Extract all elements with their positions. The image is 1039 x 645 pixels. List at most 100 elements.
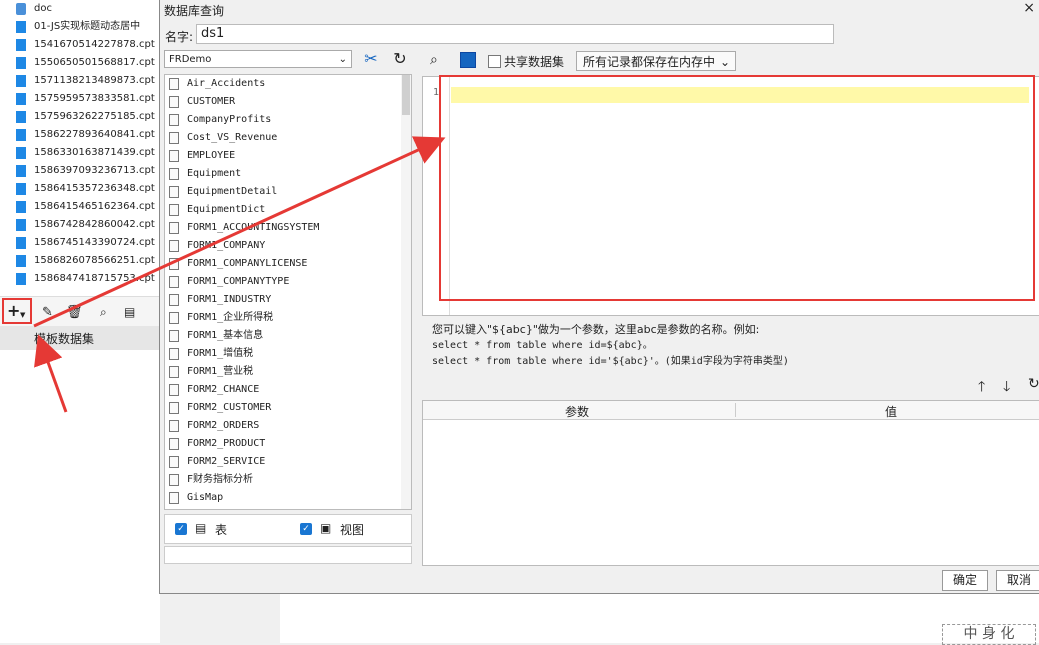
table-item[interactable]: F财务指标分析 <box>165 471 401 489</box>
table-checkbox[interactable]: ✓ <box>175 523 187 535</box>
report-file-icon <box>16 201 26 213</box>
scroll-thumb[interactable] <box>402 75 410 115</box>
query-toolbar: ⌕ 共享数据集 所有记录都保存在内存中 ⌄ <box>422 50 1039 72</box>
table-item[interactable]: Cost_VS_Revenue <box>165 129 401 147</box>
tree-file-item[interactable]: 1586415357236348.cpt <box>16 180 176 198</box>
report-file-icon <box>16 237 26 249</box>
connection-select[interactable]: FRDemo ⌄ <box>164 50 352 68</box>
preview-icon[interactable]: ⌕ <box>100 305 107 320</box>
table-item[interactable]: EMPLOYEE <box>165 147 401 165</box>
share-dataset-label: 共享数据集 <box>504 55 565 69</box>
table-item[interactable]: Equipment <box>165 165 401 183</box>
table-item[interactable]: Air_Accidents <box>165 75 401 93</box>
table-icon <box>169 438 179 450</box>
tree-folder-doc[interactable]: doc <box>16 0 176 18</box>
table-list: Air_Accidents CUSTOMER CompanyProfits Cost_… <box>164 74 412 510</box>
report-file-icon <box>16 111 26 123</box>
table-item[interactable]: FORM1_COMPANY <box>165 237 401 255</box>
tab-template-datasets[interactable]: 模板数据集 <box>0 326 160 350</box>
background-canvas <box>280 590 1039 643</box>
database-query-dialog: 数据库查询 × 名字: ds1 FRDemo ⌄ ✂ ↻ Air_Acciden… <box>159 0 1039 594</box>
list-scrollbar[interactable] <box>401 75 411 509</box>
view-icon: ▣ <box>320 521 332 535</box>
name-input[interactable]: ds1 <box>196 24 834 44</box>
table-icon <box>169 78 179 90</box>
table-item[interactable]: FORM1_增值税 <box>165 345 401 363</box>
tree-file-item[interactable]: 1541670514227878.cpt <box>16 36 176 54</box>
table-icon <box>169 492 179 504</box>
tree-file-item[interactable]: 1586227893640841.cpt <box>16 126 176 144</box>
table-item[interactable]: FORM1_ACCOUNTINGSYSTEM <box>165 219 401 237</box>
table-item[interactable]: CUSTOMER <box>165 93 401 111</box>
table-icon <box>169 96 179 108</box>
close-icon[interactable]: × <box>1023 0 1035 16</box>
tree-file-item[interactable]: 1575959573833581.cpt <box>16 90 176 108</box>
delete-icon[interactable]: 🗑 <box>66 305 83 320</box>
background-stamp: 中 身 化 <box>942 624 1036 645</box>
table-icon <box>169 474 179 486</box>
table-item[interactable]: FORM1_INDUSTRY <box>165 291 401 309</box>
refresh-params-icon[interactable]: ↻ <box>1028 376 1039 392</box>
table-item[interactable]: FORM2_CUSTOMER <box>165 399 401 417</box>
add-dataset-button[interactable]: + ▼ <box>2 298 32 324</box>
ok-button[interactable]: 确定 <box>942 570 988 591</box>
tree-file-item[interactable]: 1575963262275185.cpt <box>16 108 176 126</box>
report-file-icon <box>16 219 26 231</box>
tree-file-item[interactable]: 1586847418715753.cpt <box>16 270 176 288</box>
table-item[interactable]: FORM1_营业税 <box>165 363 401 381</box>
param-column-header: 参数 <box>565 405 590 419</box>
name-label: 名字: <box>165 30 194 44</box>
preview-icon[interactable]: ⌕ <box>430 52 438 68</box>
report-file-icon <box>16 129 26 141</box>
memory-mode-select[interactable]: 所有记录都保存在内存中 ⌄ <box>576 51 736 71</box>
table-type-filters: ✓ ▤ 表 ✓ ▣ 视图 <box>164 514 412 544</box>
table-item[interactable]: FORM2_CHANCE <box>165 381 401 399</box>
tree-file-item[interactable]: 1586742842860042.cpt <box>16 216 176 234</box>
connection-settings-icon[interactable]: ✂ <box>361 49 381 69</box>
table-item[interactable]: CompanyProfits <box>165 111 401 129</box>
table-item[interactable]: FORM1_企业所得税 <box>165 309 401 327</box>
tree-file-item[interactable]: 1586826078566251.cpt <box>16 252 176 270</box>
tree-file-item[interactable]: 1586330163871439.cpt <box>16 144 176 162</box>
sql-editor[interactable]: 1 <box>422 75 1039 316</box>
share-dataset-checkbox[interactable] <box>488 55 501 68</box>
report-file-icon <box>16 39 26 51</box>
table-icon <box>169 294 179 306</box>
table-icon <box>169 366 179 378</box>
save-icon[interactable] <box>460 52 476 68</box>
table-icon <box>169 186 179 198</box>
table-item[interactable]: GisMap <box>165 489 401 507</box>
tree-file-item[interactable]: 01-JS实现标题动态居中 <box>16 18 176 36</box>
move-down-icon[interactable]: 🡓 <box>1003 376 1010 400</box>
report-file-icon <box>16 255 26 267</box>
table-item[interactable]: EquipmentDetail <box>165 183 401 201</box>
move-up-icon[interactable]: 🡑 <box>978 376 985 400</box>
cancel-button[interactable]: 取消 <box>996 570 1039 591</box>
table-icon <box>169 402 179 414</box>
tree-file-item[interactable]: 1586415465162364.cpt <box>16 198 176 216</box>
table-item[interactable]: FORM1_COMPANYTYPE <box>165 273 401 291</box>
table-item[interactable]: FORM2_ORDERS <box>165 417 401 435</box>
value-column-header: 值 <box>885 405 898 419</box>
tree-file-item[interactable]: 1571138213489873.cpt <box>16 72 176 90</box>
view-checkbox[interactable]: ✓ <box>300 523 312 535</box>
table-icon <box>169 330 179 342</box>
table-filter-input[interactable] <box>164 546 412 564</box>
dataset-edit-icon[interactable]: ▤ <box>124 305 135 319</box>
tree-file-item[interactable]: 1586397093236713.cpt <box>16 162 176 180</box>
edit-icon[interactable]: ✎ <box>42 305 53 320</box>
table-icon <box>169 150 179 162</box>
report-file-icon <box>16 21 26 33</box>
tree-file-item[interactable]: 1550650501568817.cpt <box>16 54 176 72</box>
table-item[interactable]: FORM1_COMPANYLICENSE <box>165 255 401 273</box>
report-file-icon <box>16 57 26 69</box>
refresh-icon[interactable]: ↻ <box>390 49 410 69</box>
table-item[interactable]: FORM2_SERVICE <box>165 453 401 471</box>
file-tree-pane: doc 01-JS实现标题动态居中 1541670514227878.cpt 155… <box>0 0 160 643</box>
chevron-down-icon: ⌄ <box>719 55 730 69</box>
report-file-icon <box>16 93 26 105</box>
tree-file-item[interactable]: 1586745143390724.cpt <box>16 234 176 252</box>
table-item[interactable]: EquipmentDict <box>165 201 401 219</box>
table-item[interactable]: FORM2_PRODUCT <box>165 435 401 453</box>
table-item[interactable]: FORM1_基本信息 <box>165 327 401 345</box>
